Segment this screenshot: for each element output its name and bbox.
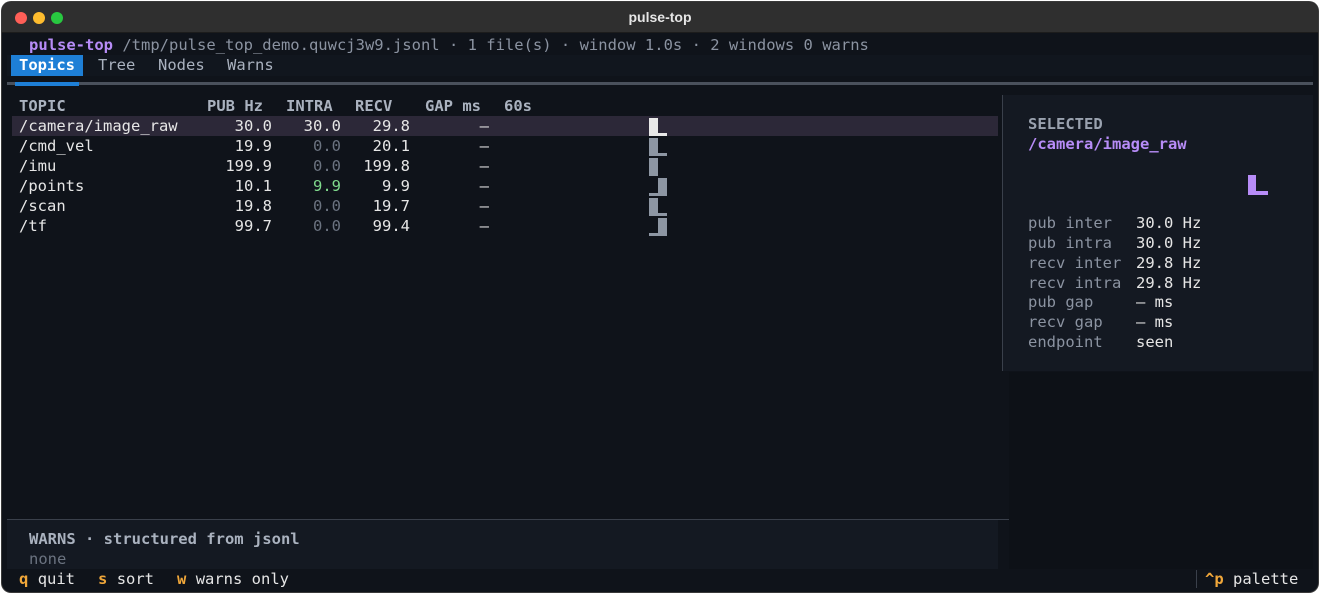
intra-hz: 0.0	[313, 197, 341, 215]
table-row[interactable]: /cmd_vel 19.9 0.0 20.1 —	[12, 136, 998, 156]
pub-hz: 19.9	[234, 137, 272, 155]
recv-hz: 20.1	[372, 137, 410, 155]
selected-title: SELECTED	[1028, 115, 1103, 133]
pub-hz: 199.9	[225, 157, 272, 175]
status-header: pulse-top /tmp/pulse_top_demo.quwcj3w9.j…	[29, 35, 869, 55]
tab-topics[interactable]: Topics	[11, 55, 83, 76]
stat-value: seen	[1136, 333, 1174, 351]
intra-hz: 0.0	[313, 157, 341, 175]
col-header-gap[interactable]: GAP ms	[425, 96, 481, 116]
window-title: pulse-top	[628, 9, 692, 25]
topic-name: /camera/image_raw	[19, 117, 178, 135]
stat-label: endpoint	[1028, 333, 1103, 351]
recv-hz: 19.7	[372, 197, 410, 215]
topic-name: /points	[19, 177, 85, 195]
stat-value: — ms	[1136, 313, 1174, 331]
shortcut-quit[interactable]: q quit	[19, 569, 75, 589]
selected-sparkline	[1248, 175, 1268, 195]
table-row[interactable]: /scan 19.8 0.0 19.7 —	[12, 196, 998, 216]
recv-hz: 99.4	[372, 217, 410, 235]
topic-name: /tf	[19, 217, 47, 235]
gap-ms: —	[479, 137, 489, 155]
shortcut-palette[interactable]: ^p palette	[1205, 569, 1298, 589]
stat-label: recv gap	[1028, 313, 1103, 331]
tab-warns[interactable]: Warns	[227, 55, 274, 76]
table-row[interactable]: /imu 199.9 0.0 199.8 —	[12, 156, 998, 176]
shortcut-warns-only[interactable]: w warns only	[177, 569, 289, 589]
intra-hz: 0.0	[313, 217, 341, 235]
shortcut-sort[interactable]: s sort	[98, 569, 154, 589]
sparkline	[649, 138, 667, 156]
shortcut-label: sort	[116, 570, 155, 588]
stat-label: pub gap	[1028, 293, 1094, 311]
gap-ms: —	[479, 117, 489, 135]
terminal-content: pulse-top /tmp/pulse_top_demo.quwcj3w9.j…	[7, 34, 1313, 589]
recv-hz: 199.8	[363, 157, 410, 175]
table-row[interactable]: /tf 99.7 0.0 99.4 —	[12, 216, 998, 236]
shortcut-label: quit	[37, 570, 76, 588]
intra-hz: 9.9	[313, 177, 341, 195]
pub-hz: 99.7	[234, 217, 272, 235]
sparkline	[649, 178, 667, 196]
sparkline	[649, 158, 658, 176]
pub-hz: 30.0	[234, 117, 272, 135]
gap-ms: —	[479, 157, 489, 175]
stat-label: pub inter	[1028, 214, 1112, 232]
gap-ms: —	[479, 197, 489, 215]
sparkline	[649, 218, 667, 236]
table-row[interactable]: /camera/image_raw 30.0 30.0 29.8 —	[12, 116, 998, 136]
stat-label: recv intra	[1028, 274, 1122, 292]
header-info: /tmp/pulse_top_demo.quwcj3w9.jsonl · 1 f…	[113, 36, 869, 54]
tab-active-indicator	[15, 82, 79, 86]
app-name: pulse-top	[29, 36, 113, 54]
tab-tree[interactable]: Tree	[98, 55, 135, 76]
terminal-window: pulse-top pulse-top /tmp/pulse_top_demo.…	[2, 2, 1318, 592]
footer-divider	[1196, 570, 1197, 588]
gap-ms: —	[479, 177, 489, 195]
title-bar: pulse-top	[2, 2, 1318, 33]
stat-label: recv inter	[1028, 254, 1122, 272]
side-empty-area	[1009, 372, 1313, 569]
table-row[interactable]: /points 10.1 9.9 9.9 —	[12, 176, 998, 196]
intra-hz: 0.0	[313, 137, 341, 155]
shortcut-key: w	[177, 570, 187, 588]
stat-value: 29.8 Hz	[1136, 274, 1202, 292]
col-header-60s: 60s	[504, 97, 532, 115]
topic-name: /imu	[19, 157, 57, 175]
topic-name: /cmd_vel	[19, 137, 94, 155]
shortcut-key: ^p	[1205, 570, 1224, 588]
tab-nodes[interactable]: Nodes	[158, 55, 205, 76]
stat-value: 30.0 Hz	[1136, 234, 1202, 252]
col-header-recv[interactable]: RECV	[355, 96, 392, 116]
panel-divider[interactable]	[1002, 95, 1003, 371]
col-header-topic[interactable]: TOPIC	[19, 96, 66, 116]
shortcut-key: s	[98, 570, 108, 588]
tab-underline	[7, 82, 1313, 85]
shortcut-key: q	[19, 570, 29, 588]
sparkline	[649, 198, 667, 216]
warns-title: WARNS · structured from jsonl	[29, 530, 300, 548]
shortcut-label: palette	[1233, 570, 1299, 588]
selected-topic: /camera/image_raw	[1028, 135, 1187, 153]
recv-hz: 9.9	[382, 177, 410, 195]
col-header-intra[interactable]: INTRA	[286, 96, 333, 116]
pub-hz: 19.8	[234, 197, 272, 215]
stat-label: pub intra	[1028, 234, 1112, 252]
pub-hz: 10.1	[234, 177, 272, 195]
shortcut-label: warns only	[195, 570, 290, 588]
sparkline	[649, 118, 667, 136]
stat-value: 29.8 Hz	[1136, 254, 1202, 272]
topic-name: /scan	[19, 197, 66, 215]
stat-value: — ms	[1136, 293, 1174, 311]
stat-value: 30.0 Hz	[1136, 214, 1202, 232]
intra-hz: 30.0	[303, 117, 341, 135]
warns-body: none	[29, 550, 67, 568]
col-header-pub[interactable]: PUB Hz	[207, 96, 263, 116]
gap-ms: —	[479, 217, 489, 235]
recv-hz: 29.8	[372, 117, 410, 135]
